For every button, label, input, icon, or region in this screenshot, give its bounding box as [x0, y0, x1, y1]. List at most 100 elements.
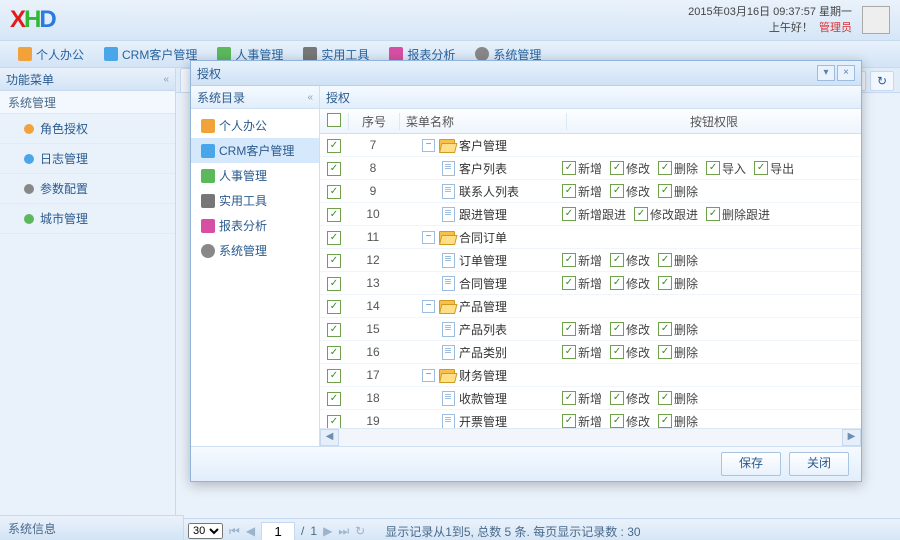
horizontal-scrollbar[interactable]: ◀▶ [320, 428, 861, 446]
save-button[interactable]: 保存 [721, 452, 781, 476]
checkbox-icon[interactable]: ✓ [658, 345, 672, 359]
system-info-bar[interactable]: 系统信息 [0, 515, 184, 540]
perm-修改[interactable]: ✓修改 [610, 390, 650, 407]
toolbar-refresh-icon[interactable]: ↻ [870, 71, 894, 91]
dialog-close-icon[interactable]: × [837, 65, 855, 81]
pager-next-icon[interactable]: ▶ [323, 524, 332, 538]
row-checkbox[interactable]: ✓ [327, 300, 341, 314]
row-checkbox[interactable]: ✓ [327, 208, 341, 222]
row-checkbox[interactable]: ✓ [327, 139, 341, 153]
perm-修改[interactable]: ✓修改 [610, 413, 650, 429]
col-checkbox[interactable] [320, 113, 349, 130]
checkbox-icon[interactable]: ✓ [634, 207, 648, 221]
expand-icon[interactable]: − [422, 231, 435, 244]
page-size-select[interactable]: 30 [188, 523, 223, 539]
pager-prev-icon[interactable]: ◀ [246, 524, 255, 538]
perm-修改[interactable]: ✓修改 [610, 183, 650, 200]
checkbox-icon[interactable]: ✓ [658, 414, 672, 428]
expand-icon[interactable]: − [422, 369, 435, 382]
tree-item-报表分析[interactable]: 报表分析 [191, 213, 319, 238]
perm-修改[interactable]: ✓修改 [610, 160, 650, 177]
left-panel-group[interactable]: 系统管理 [0, 91, 175, 114]
checkbox-icon[interactable]: ✓ [658, 161, 672, 175]
perm-删除跟进[interactable]: ✓删除跟进 [706, 206, 770, 223]
checkbox-icon[interactable]: ✓ [610, 161, 624, 175]
row-checkbox[interactable]: ✓ [327, 162, 341, 176]
row-checkbox[interactable]: ✓ [327, 323, 341, 337]
perm-新增[interactable]: ✓新增 [562, 160, 602, 177]
row-checkbox[interactable]: ✓ [327, 254, 341, 268]
perm-修改[interactable]: ✓修改 [610, 344, 650, 361]
perm-删除[interactable]: ✓删除 [658, 390, 698, 407]
perm-新增[interactable]: ✓新增 [562, 183, 602, 200]
perm-修改[interactable]: ✓修改 [610, 321, 650, 338]
checkbox-icon[interactable]: ✓ [658, 184, 672, 198]
pager-first-icon[interactable]: ⏮ [229, 524, 240, 539]
perm-新增[interactable]: ✓新增 [562, 344, 602, 361]
checkbox-icon[interactable]: ✓ [562, 161, 576, 175]
perm-修改跟进[interactable]: ✓修改跟进 [634, 206, 698, 223]
perm-删除[interactable]: ✓删除 [658, 160, 698, 177]
perm-修改[interactable]: ✓修改 [610, 252, 650, 269]
menu-个人办公[interactable]: 个人办公 [8, 41, 94, 67]
checkbox-icon[interactable]: ✓ [610, 184, 624, 198]
perm-删除[interactable]: ✓删除 [658, 344, 698, 361]
perm-修改[interactable]: ✓修改 [610, 275, 650, 292]
perm-新增跟进[interactable]: ✓新增跟进 [562, 206, 626, 223]
row-checkbox[interactable]: ✓ [327, 231, 341, 245]
header-widget-icon[interactable] [862, 6, 890, 34]
perm-新增[interactable]: ✓新增 [562, 390, 602, 407]
checkbox-icon[interactable]: ✓ [562, 414, 576, 428]
close-button[interactable]: 关闭 [789, 452, 849, 476]
tree-item-系统管理[interactable]: 系统管理 [191, 238, 319, 263]
checkbox-icon[interactable]: ✓ [562, 391, 576, 405]
tree-collapse-icon[interactable]: « [307, 92, 313, 103]
checkbox-icon[interactable]: ✓ [562, 207, 576, 221]
collapse-icon[interactable]: « [163, 74, 169, 85]
perm-删除[interactable]: ✓删除 [658, 275, 698, 292]
perm-删除[interactable]: ✓删除 [658, 321, 698, 338]
checkbox-icon[interactable]: ✓ [610, 391, 624, 405]
checkbox-icon[interactable]: ✓ [754, 161, 768, 175]
row-checkbox[interactable]: ✓ [327, 392, 341, 406]
checkbox-icon[interactable]: ✓ [562, 253, 576, 267]
perm-新增[interactable]: ✓新增 [562, 413, 602, 429]
checkbox-icon[interactable]: ✓ [610, 345, 624, 359]
checkbox-icon[interactable]: ✓ [610, 253, 624, 267]
perm-删除[interactable]: ✓删除 [658, 413, 698, 429]
checkbox-icon[interactable]: ✓ [658, 391, 672, 405]
perm-删除[interactable]: ✓删除 [658, 183, 698, 200]
row-checkbox[interactable]: ✓ [327, 346, 341, 360]
row-checkbox[interactable]: ✓ [327, 185, 341, 199]
tree-item-个人办公[interactable]: 个人办公 [191, 113, 319, 138]
expand-icon[interactable]: − [422, 139, 435, 152]
checkbox-icon[interactable]: ✓ [610, 276, 624, 290]
sidebar-item-参数配置[interactable]: 参数配置 [0, 174, 175, 204]
dialog-collapse-icon[interactable]: ▾ [817, 65, 835, 81]
row-checkbox[interactable]: ✓ [327, 369, 341, 383]
checkbox-icon[interactable]: ✓ [706, 161, 720, 175]
tree-item-实用工具[interactable]: 实用工具 [191, 188, 319, 213]
row-checkbox[interactable]: ✓ [327, 415, 341, 428]
perm-删除[interactable]: ✓删除 [658, 252, 698, 269]
perm-导出[interactable]: ✓导出 [754, 160, 794, 177]
sidebar-item-角色授权[interactable]: 角色授权 [0, 114, 175, 144]
sidebar-item-日志管理[interactable]: 日志管理 [0, 144, 175, 174]
pager-page-input[interactable] [261, 522, 295, 540]
checkbox-icon[interactable]: ✓ [562, 345, 576, 359]
checkbox-icon[interactable]: ✓ [562, 276, 576, 290]
pager-last-icon[interactable]: ⏭ [338, 524, 349, 539]
checkbox-icon[interactable]: ✓ [658, 253, 672, 267]
perm-新增[interactable]: ✓新增 [562, 321, 602, 338]
perm-新增[interactable]: ✓新增 [562, 252, 602, 269]
checkbox-icon[interactable]: ✓ [658, 276, 672, 290]
checkbox-icon[interactable]: ✓ [706, 207, 720, 221]
perm-新增[interactable]: ✓新增 [562, 275, 602, 292]
tree-item-CRM客户管理[interactable]: CRM客户管理 [191, 138, 319, 163]
checkbox-icon[interactable]: ✓ [562, 322, 576, 336]
row-checkbox[interactable]: ✓ [327, 277, 341, 291]
perm-导入[interactable]: ✓导入 [706, 160, 746, 177]
checkbox-icon[interactable]: ✓ [658, 322, 672, 336]
sidebar-item-城市管理[interactable]: 城市管理 [0, 204, 175, 234]
header-user[interactable]: 管理员 [819, 22, 852, 34]
